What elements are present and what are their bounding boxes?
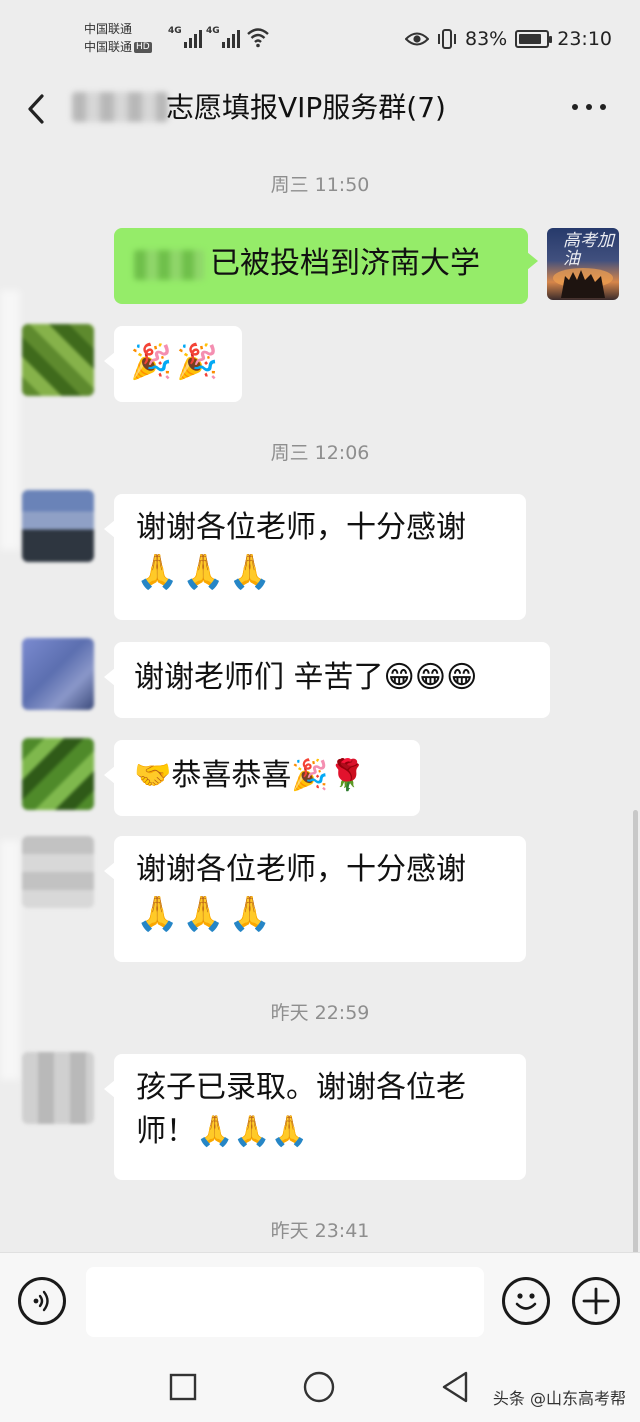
input-bar — [0, 1252, 640, 1350]
battery-icon — [515, 30, 553, 48]
message-text: 谢谢老师们 辛苦了😁😁😁 — [134, 660, 478, 695]
message-bubble[interactable]: 谢谢各位老师，十分感谢 🙏🙏🙏 — [104, 494, 526, 620]
carrier-1: 中国联通 — [84, 22, 133, 36]
network-2-label: 4G — [206, 26, 220, 36]
voice-icon — [33, 1290, 49, 1312]
blurred-name — [134, 249, 204, 280]
message-bubble[interactable]: 🤝恭喜恭喜🎉🌹 — [104, 740, 420, 816]
battery-percent: 83% — [465, 28, 508, 50]
message-emoji: 🎉🎉 — [130, 342, 223, 382]
avatar[interactable] — [22, 738, 94, 810]
wifi-icon — [247, 28, 269, 48]
avatar[interactable] — [22, 1052, 94, 1124]
message-text: 🤝恭喜恭喜🎉🌹 — [134, 758, 367, 793]
watermark: 头条 @山东高考帮 — [492, 1389, 626, 1408]
hd-badge: HD — [134, 42, 152, 53]
message-bubble[interactable]: 谢谢老师们 辛苦了😁😁😁 — [104, 642, 550, 718]
carrier-2: 中国联通 — [84, 40, 133, 54]
vibrate-icon — [438, 29, 456, 49]
voice-button[interactable] — [18, 1277, 66, 1325]
eye-icon — [405, 32, 429, 46]
more-dots-icon[interactable] — [572, 104, 606, 110]
status-time: 23:10 — [557, 28, 612, 50]
message-bubble[interactable]: 孩子已录取。谢谢各位老 师！🙏🙏🙏 — [104, 1054, 526, 1180]
timestamp: 昨天 23:41 — [270, 1220, 370, 1242]
back-arrow-icon[interactable] — [22, 92, 52, 126]
square-nav-icon[interactable] — [168, 1372, 198, 1402]
chat-header: 志愿填报VIP服务群(7) — [0, 78, 640, 140]
emoji-icon — [515, 1293, 537, 1310]
battery-fill — [519, 34, 541, 44]
blurred-title-prefix — [72, 92, 168, 122]
timestamp: 周三 11:50 — [270, 174, 370, 196]
avatar[interactable] — [22, 490, 94, 562]
message-emoji: 🙏🙏🙏 — [136, 552, 276, 592]
message-text-line-2: 师！🙏🙏🙏 — [136, 1114, 309, 1149]
avatar-self[interactable]: 高考加油 — [547, 228, 619, 300]
avatar[interactable] — [22, 324, 94, 396]
timestamp: 昨天 22:59 — [270, 1002, 370, 1024]
message-text: 已被投档到济南大学 — [210, 246, 480, 281]
signal-2-icon: 4G — [206, 26, 240, 48]
message-text-line-1: 孩子已录取。谢谢各位老 — [136, 1070, 466, 1105]
circle-nav-icon[interactable] — [302, 1370, 336, 1404]
scrollbar[interactable] — [633, 810, 638, 1252]
message-bubble[interactable]: 谢谢各位老师，十分感谢 🙏🙏🙏 — [104, 836, 526, 962]
message-text: 谢谢各位老师，十分感谢 — [136, 510, 466, 545]
message-emoji: 🙏🙏🙏 — [136, 894, 276, 934]
avatar[interactable] — [22, 638, 94, 710]
message-text: 谢谢各位老师，十分感谢 — [136, 852, 466, 887]
plus-button[interactable] — [572, 1277, 620, 1325]
signal-1-icon: 4G — [168, 26, 202, 48]
triangle-nav-icon[interactable] — [440, 1370, 470, 1404]
network-1-label: 4G — [168, 26, 182, 36]
emoji-button[interactable] — [502, 1277, 550, 1325]
status-bar: 中国联通 中国联通 HD 4G 4G 83% 23:10 — [0, 0, 640, 78]
plus-icon — [582, 1287, 610, 1315]
message-bubble-self[interactable]: 已被投档到济南大学 — [114, 228, 538, 304]
message-input[interactable] — [86, 1267, 484, 1337]
chat-messages[interactable]: 周三 11:50 已被投档到济南大学 高考加油 🎉🎉 周三 12:06 谢谢各位… — [0, 140, 640, 1252]
blur-artifact — [0, 290, 20, 550]
avatar[interactable] — [22, 836, 94, 908]
status-right: 83% 23:10 — [405, 26, 612, 52]
chat-title: 志愿填报VIP服务群(7) — [166, 91, 446, 124]
avatar-text: 高考加油 — [563, 231, 614, 269]
carrier-labels: 中国联通 中国联通 HD — [84, 20, 152, 56]
blur-artifact — [0, 840, 20, 1080]
message-bubble[interactable]: 🎉🎉 — [104, 326, 242, 402]
timestamp: 周三 12:06 — [270, 442, 370, 464]
